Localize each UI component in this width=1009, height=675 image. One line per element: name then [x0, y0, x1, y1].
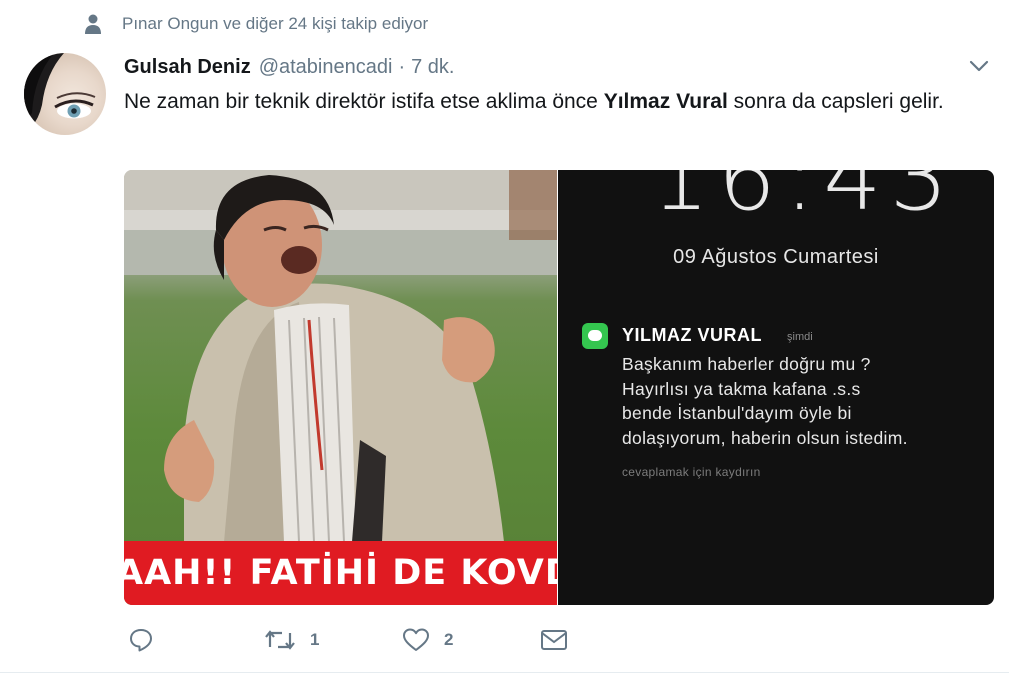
lockscreen-date: 09 Ağustos Cumartesi: [673, 246, 879, 268]
avatar[interactable]: [24, 53, 106, 135]
retweet-count: 1: [310, 630, 320, 649]
timestamp[interactable]: 7 dk.: [411, 56, 454, 79]
like-button[interactable]: 2: [402, 622, 453, 658]
tweet-text-end: sonra da capsleri gelir.: [727, 90, 944, 113]
tweet-media[interactable]: AAH!! FATİHİ DE KOVDU 16:43 09 Ağustos C…: [124, 170, 994, 605]
notification-time: şimdi: [787, 331, 813, 343]
display-name[interactable]: Gulsah Deniz: [124, 56, 251, 79]
social-context-text[interactable]: Pınar Ongun ve diğer 24 kişi takip ediyo…: [122, 14, 428, 34]
tweet-text-bold: Yılmaz Vural: [603, 90, 728, 113]
tweet-text: Ne zaman bir teknik direktör istifa etse…: [124, 86, 954, 118]
tweet-text-start: Ne zaman bir teknik direktör istifa etse…: [124, 90, 604, 113]
heart-icon: [402, 627, 430, 653]
phone-lockscreen: 16:43 09 Ağustos Cumartesi YILMAZ VURAL …: [558, 170, 994, 605]
retweet-icon: [264, 627, 296, 653]
separator-dot: ·: [398, 55, 406, 78]
user-handle[interactable]: @atabinencadi: [259, 56, 393, 79]
chevron-down-icon[interactable]: [968, 55, 990, 77]
divider: [0, 672, 1009, 673]
message-app-icon: [582, 323, 608, 349]
meme-photo: AAH!! FATİHİ DE KOVDU: [124, 170, 557, 605]
tweet-actions: 1 2: [124, 622, 584, 658]
notification-message: Başkanım haberler doğru mu ? Hayırlısı y…: [622, 354, 908, 448]
person-icon: [84, 13, 102, 35]
envelope-icon: [539, 627, 569, 653]
meme-banner-text: AAH!! FATİHİ DE KOVDU: [124, 553, 557, 593]
meme-banner: AAH!! FATİHİ DE KOVDU: [124, 541, 557, 605]
lockscreen-clock: 16:43: [651, 170, 957, 231]
like-count: 2: [444, 630, 454, 649]
tweet-header: Gulsah Deniz @atabinencadi · 7 dk.: [124, 53, 454, 81]
direct-message-button[interactable]: [539, 622, 569, 658]
notification-hint: cevaplamak için kaydırın: [622, 465, 761, 479]
reply-icon: [128, 627, 154, 653]
retweet-button[interactable]: 1: [264, 622, 319, 658]
notification-sender: YILMAZ VURAL: [622, 325, 762, 345]
social-context: Pınar Ongun ve diğer 24 kişi takip ediyo…: [84, 11, 428, 37]
reply-button[interactable]: [128, 622, 154, 658]
